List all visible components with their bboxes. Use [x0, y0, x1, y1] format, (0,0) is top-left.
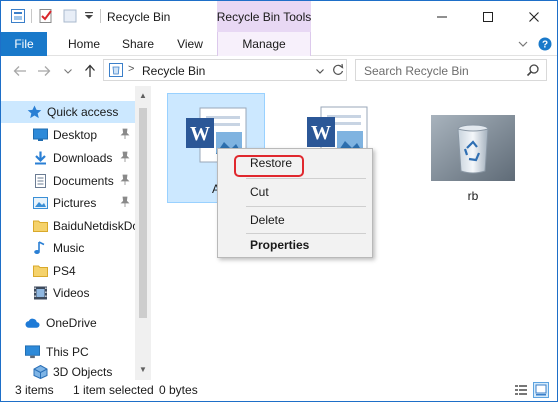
- tab-share[interactable]: Share: [113, 32, 163, 56]
- up-arrow-icon[interactable]: [81, 62, 99, 80]
- sidebar-item-desktop[interactable]: Desktop: [1, 124, 135, 146]
- menu-item-restore[interactable]: Restore: [220, 152, 370, 177]
- tab-manage[interactable]: Manage: [217, 32, 311, 56]
- tab-file[interactable]: File: [1, 32, 47, 56]
- tab-home[interactable]: Home: [59, 32, 109, 56]
- selection-size: 0 bytes: [159, 383, 198, 397]
- sidebar-item-music[interactable]: Music: [1, 237, 135, 259]
- cube-icon: [33, 365, 48, 379]
- checkmark-icon[interactable]: [38, 8, 54, 24]
- menu-item-properties[interactable]: Properties: [220, 234, 370, 256]
- window-title: Recycle Bin: [107, 10, 171, 24]
- back-arrow-icon[interactable]: [11, 62, 29, 80]
- nav-scrollbar[interactable]: ▲ ▼: [135, 86, 151, 380]
- menu-separator: [246, 206, 366, 207]
- sidebar-item-ps4[interactable]: PS4: [1, 260, 135, 282]
- sidebar-item-documents[interactable]: Documents: [1, 170, 135, 192]
- sidebar-item-downloads[interactable]: Downloads: [1, 147, 135, 169]
- close-icon: [529, 11, 539, 22]
- help-icon[interactable]: ?: [538, 37, 552, 51]
- scroll-up-icon[interactable]: ▲: [138, 91, 148, 101]
- svg-text:?: ?: [542, 40, 548, 51]
- ribbon-tabs: File Home Share View Manage ?: [1, 32, 557, 56]
- recent-locations-chevron-icon[interactable]: [59, 62, 77, 80]
- search-icon[interactable]: [526, 63, 540, 80]
- sidebar-item-onedrive[interactable]: OneDrive: [1, 312, 135, 334]
- breadcrumb-location[interactable]: Recycle Bin: [142, 64, 205, 78]
- music-icon: [34, 241, 45, 254]
- menu-separator: [246, 178, 366, 179]
- computer-icon: [25, 345, 40, 359]
- status-bar: 3 items 1 item selected 0 bytes: [1, 380, 557, 401]
- toolbar-separator: [31, 9, 32, 23]
- folder-icon: [33, 220, 48, 232]
- sidebar-item-this-pc[interactable]: This PC: [1, 341, 135, 363]
- documents-icon: [35, 174, 46, 188]
- chevron-down-icon[interactable]: [516, 37, 530, 51]
- forward-arrow-icon[interactable]: [35, 62, 53, 80]
- pin-icon[interactable]: [120, 196, 130, 208]
- videos-icon: [34, 286, 47, 300]
- scroll-down-icon[interactable]: ▼: [138, 365, 148, 375]
- tab-view[interactable]: View: [167, 32, 213, 56]
- recycle-bin-image-icon: [431, 115, 515, 181]
- menu-item-cut[interactable]: Cut: [220, 181, 370, 203]
- breadcrumb-separator: >: [128, 63, 135, 75]
- star-icon: [27, 105, 42, 119]
- context-menu: Restore Cut Delete Properties: [217, 148, 373, 258]
- properties-icon[interactable]: [10, 8, 26, 24]
- restore-highlight-ring: [234, 155, 304, 177]
- menu-item-delete[interactable]: Delete: [220, 209, 370, 231]
- explorer-window: Recycle Bin Recycle Bin Tools File Home …: [0, 0, 558, 402]
- details-view-icon[interactable]: [513, 382, 529, 398]
- sidebar-item-quick-access[interactable]: Quick access: [1, 101, 135, 123]
- new-folder-icon[interactable]: [62, 8, 78, 24]
- address-row: > Recycle Bin Search Recycle Bin: [1, 56, 557, 86]
- search-input[interactable]: Search Recycle Bin: [364, 64, 469, 78]
- title-bar: Recycle Bin Recycle Bin Tools: [1, 1, 557, 32]
- pin-icon[interactable]: [120, 174, 130, 186]
- address-bar[interactable]: > Recycle Bin: [103, 59, 347, 81]
- minimize-button[interactable]: [419, 1, 465, 32]
- download-icon: [35, 151, 46, 165]
- selection-status: 1 item selected: [73, 383, 154, 397]
- search-box[interactable]: Search Recycle Bin: [355, 59, 547, 81]
- maximize-icon: [483, 11, 493, 22]
- svg-text:W: W: [311, 122, 331, 144]
- close-button[interactable]: [511, 1, 557, 32]
- svg-text:W: W: [190, 123, 210, 145]
- sidebar-item-pictures[interactable]: Pictures: [1, 192, 135, 214]
- pictures-icon: [33, 197, 48, 209]
- folder-icon: [33, 265, 48, 277]
- recycle-bin-tools-header: Recycle Bin Tools: [217, 1, 311, 32]
- maximize-button[interactable]: [465, 1, 511, 32]
- toolbar-separator: [100, 9, 101, 23]
- sidebar-item-videos[interactable]: Videos: [1, 282, 135, 304]
- cloud-icon: [25, 318, 40, 328]
- scrollbar-thumb[interactable]: [139, 108, 147, 318]
- customize-toolbar-icon[interactable]: [81, 8, 97, 24]
- address-dropdown-icon[interactable]: [315, 65, 325, 79]
- file-label: rb: [467, 189, 479, 203]
- large-icons-view-icon[interactable]: [533, 382, 549, 398]
- desktop-icon: [33, 128, 48, 141]
- file-tile[interactable]: rb: [424, 93, 522, 203]
- refresh-icon[interactable]: [331, 63, 345, 80]
- pin-icon[interactable]: [120, 151, 130, 163]
- item-count: 3 items: [15, 383, 54, 397]
- recycle-bin-icon: [108, 62, 124, 81]
- minimize-icon: [437, 16, 447, 17]
- pin-icon[interactable]: [120, 128, 130, 140]
- sidebar-item-baidunetdisk[interactable]: BaiduNetdiskDo: [1, 215, 139, 237]
- sidebar-item-3d-objects[interactable]: 3D Objects: [1, 361, 135, 380]
- navigation-pane: Quick access Desktop Downloads Documents…: [1, 86, 151, 380]
